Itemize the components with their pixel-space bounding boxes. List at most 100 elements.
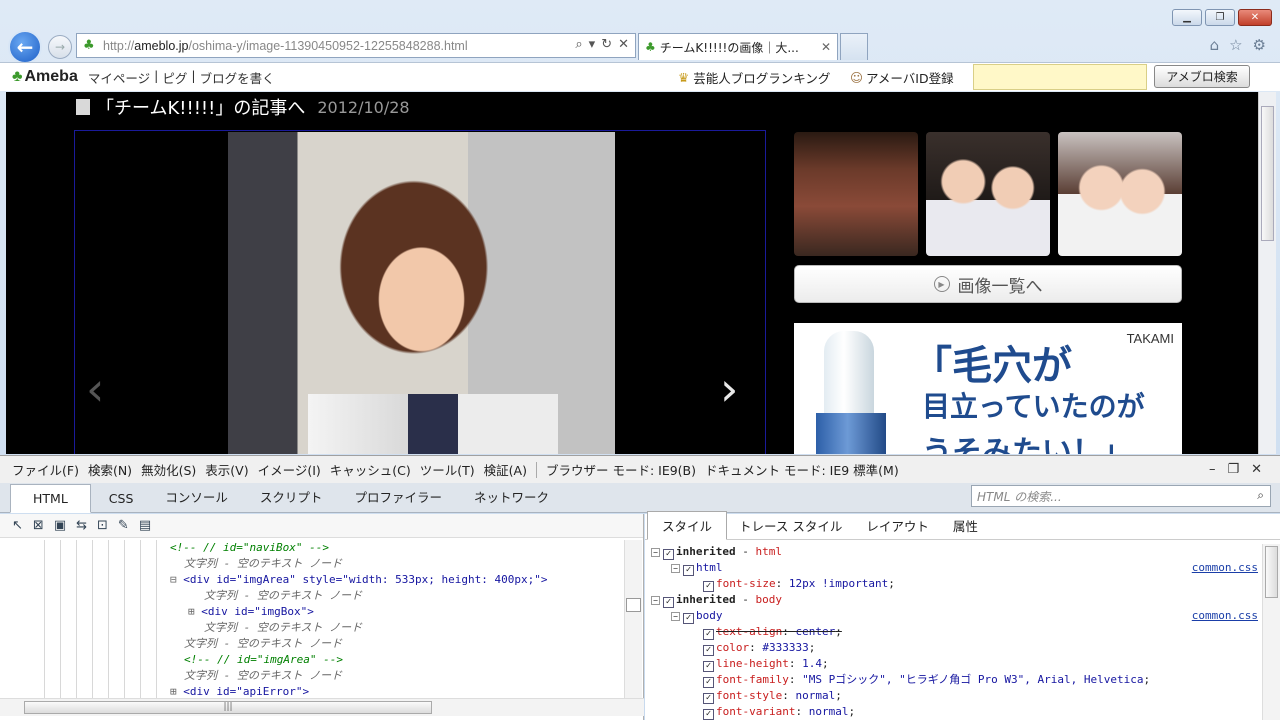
dom-node-row[interactable]: <!-- // id="imgArea" -->	[0, 652, 624, 668]
tree-vertical-scrollbar[interactable]	[624, 540, 642, 698]
collapse-icon[interactable]: −	[671, 612, 680, 621]
property-checkbox[interactable]: ✓	[703, 661, 714, 672]
dom-node-row[interactable]: ⊞ <div id="imgBox">	[0, 604, 624, 620]
pigg-link[interactable]: ピグ	[162, 68, 187, 87]
mypage-link[interactable]: マイページ	[88, 68, 150, 87]
advertisement[interactable]: TAKAMI 「毛穴が 目立っていたのが うそみたい！」	[794, 323, 1182, 454]
gear-icon[interactable]: ⚙	[1253, 36, 1266, 54]
thumbnail[interactable]	[1058, 132, 1182, 256]
dom-node-row[interactable]: 文字列 - 空のテキスト ノード	[0, 588, 624, 604]
menu-images[interactable]: イメージ(I)	[258, 460, 321, 479]
inherited-body-row[interactable]: − ✓ inherited - body	[645, 592, 1260, 608]
dom-node-row[interactable]: 文字列 - 空のテキスト ノード	[0, 556, 624, 572]
new-tab-button[interactable]	[840, 33, 868, 60]
menu-file[interactable]: ファイル(F)	[12, 460, 79, 479]
back-button[interactable]: ←	[8, 30, 42, 64]
property-row[interactable]: ✓ text-align: center;	[645, 624, 1260, 640]
address-bar[interactable]: ♣ http://ameblo.jp/oshima-y/image-113904…	[76, 33, 636, 58]
star-icon[interactable]: ☆	[1229, 36, 1242, 54]
dom-tree[interactable]: <!-- // id="naviBox" --> 文字列 - 空のテキスト ノード…	[0, 540, 624, 698]
dom-node-row[interactable]: 文字列 - 空のテキスト ノード	[0, 636, 624, 652]
tab-profiler[interactable]: プロファイラー	[340, 481, 456, 512]
scrollbar-thumb[interactable]	[1265, 546, 1278, 598]
menu-view[interactable]: 表示(V)	[205, 460, 248, 479]
prev-image-arrow[interactable]: ‹	[86, 362, 104, 416]
property-checkbox[interactable]: ✓	[703, 709, 714, 720]
expand-toggle-icon[interactable]: ⊞	[188, 605, 201, 618]
scrollbar-thumb[interactable]	[626, 598, 641, 612]
property-row[interactable]: ✓ font-family: "MS Pゴシック", "ヒラギノ角ゴ Pro W3…	[645, 672, 1260, 688]
blog-search-button[interactable]: アメブロ検索	[1154, 65, 1250, 88]
address-url[interactable]: http://ameblo.jp/oshima-y/image-11390450…	[103, 39, 468, 53]
collapse-icon[interactable]: −	[671, 564, 680, 573]
thumbnail[interactable]	[926, 132, 1050, 256]
minimize-icon[interactable]: –	[1209, 462, 1216, 477]
tab-style[interactable]: スタイル	[647, 511, 728, 540]
word-wrap-icon[interactable]: ▤	[139, 518, 151, 533]
property-checkbox[interactable]: ✓	[703, 581, 714, 592]
register-link[interactable]: ☺ アメーバID登録	[850, 68, 954, 87]
scrollbar-thumb[interactable]	[1261, 106, 1274, 241]
tab-trace-style[interactable]: トレース スタイル	[727, 512, 854, 539]
menu-find[interactable]: 検索(N)	[88, 460, 132, 479]
rule-checkbox[interactable]: ✓	[663, 549, 674, 560]
source-link[interactable]: common.css	[1192, 608, 1258, 624]
menu-cache[interactable]: キャッシュ(C)	[330, 460, 411, 479]
tab-layout[interactable]: レイアウト	[854, 512, 941, 539]
tab-close-icon[interactable]: ✕	[821, 40, 831, 54]
thumbnail[interactable]	[794, 132, 918, 256]
next-image-arrow[interactable]: ›	[720, 362, 738, 416]
dom-node-row[interactable]: <!-- // id="naviBox" -->	[0, 540, 624, 556]
scrollbar-thumb[interactable]: |||	[24, 701, 432, 714]
main-photo[interactable]	[228, 132, 615, 454]
html-rule-row[interactable]: − ✓ html common.css	[645, 560, 1260, 576]
menu-tools[interactable]: ツール(T)	[420, 460, 475, 479]
forward-button[interactable]: →	[48, 35, 72, 59]
article-link[interactable]: 「チームK!!!!!」の記事へ	[96, 94, 305, 120]
clear-outline-icon[interactable]: ⊠	[33, 518, 44, 533]
search-icon[interactable]: ⌕	[575, 37, 582, 52]
dom-icon[interactable]: ⊡	[97, 518, 108, 533]
image-list-button[interactable]: ▶ 画像一覧へ	[794, 265, 1182, 303]
maximize-button[interactable]: ❐	[1205, 9, 1235, 26]
close-window-button[interactable]: ✕	[1238, 9, 1272, 26]
ranking-link[interactable]: ♛ 芸能人ブログランキング	[678, 68, 830, 87]
collapse-icon[interactable]: −	[651, 596, 660, 605]
page-scrollbar[interactable]	[1258, 92, 1276, 454]
tab-network[interactable]: ネットワーク	[460, 481, 563, 512]
browser-tab-active[interactable]: ♣ チームK!!!!!の画像｜大... ✕	[638, 33, 838, 60]
body-rule-row[interactable]: − ✓ body common.css	[645, 608, 1260, 624]
minimize-button[interactable]: ▁	[1172, 9, 1202, 26]
dropdown-icon[interactable]: ▾	[589, 37, 596, 52]
refresh-icon[interactable]: ↻	[601, 37, 612, 52]
refresh-icon[interactable]: ⇆	[76, 518, 87, 533]
menu-disable[interactable]: 無効化(S)	[141, 460, 196, 479]
property-row[interactable]: ✓ line-height: 1.4;	[645, 656, 1260, 672]
menu-validate[interactable]: 検証(A)	[484, 460, 527, 479]
rule-checkbox[interactable]: ✓	[663, 597, 674, 608]
tab-attributes[interactable]: 属性	[941, 512, 990, 539]
tab-console[interactable]: コンソール	[151, 481, 242, 512]
write-blog-link[interactable]: ブログを書く	[200, 68, 275, 87]
property-row[interactable]: ✓ font-style: normal;	[645, 688, 1260, 704]
stop-icon[interactable]: ✕	[618, 37, 629, 52]
property-row[interactable]: ✓ font-size: 12px !important;	[645, 576, 1260, 592]
select-element-icon[interactable]: ↖	[12, 518, 23, 533]
dom-node-row[interactable]: 文字列 - 空のテキスト ノード	[0, 620, 624, 636]
source-link[interactable]: common.css	[1192, 560, 1258, 576]
rule-checkbox[interactable]: ✓	[683, 613, 694, 624]
styles-scrollbar[interactable]	[1262, 544, 1280, 720]
tab-script[interactable]: スクリプト	[246, 481, 337, 512]
property-checkbox[interactable]: ✓	[703, 693, 714, 704]
dom-node-row[interactable]: 文字列 - 空のテキスト ノード	[0, 668, 624, 684]
collapse-icon[interactable]: −	[651, 548, 660, 557]
tab-css[interactable]: CSS	[95, 485, 148, 512]
dom-node-row[interactable]: ⊞ <div id="apiError">	[0, 684, 624, 698]
property-row[interactable]: ✓ color: #333333;	[645, 640, 1260, 656]
edit-icon[interactable]: ✎	[118, 518, 129, 533]
search-icon[interactable]: ⌕	[1257, 488, 1264, 503]
property-checkbox[interactable]: ✓	[703, 629, 714, 640]
expand-toggle-icon[interactable]: ⊞	[170, 685, 183, 698]
ameba-logo[interactable]: ♣ Ameba	[12, 68, 78, 86]
expand-toggle-icon[interactable]: ⊟	[170, 573, 183, 586]
